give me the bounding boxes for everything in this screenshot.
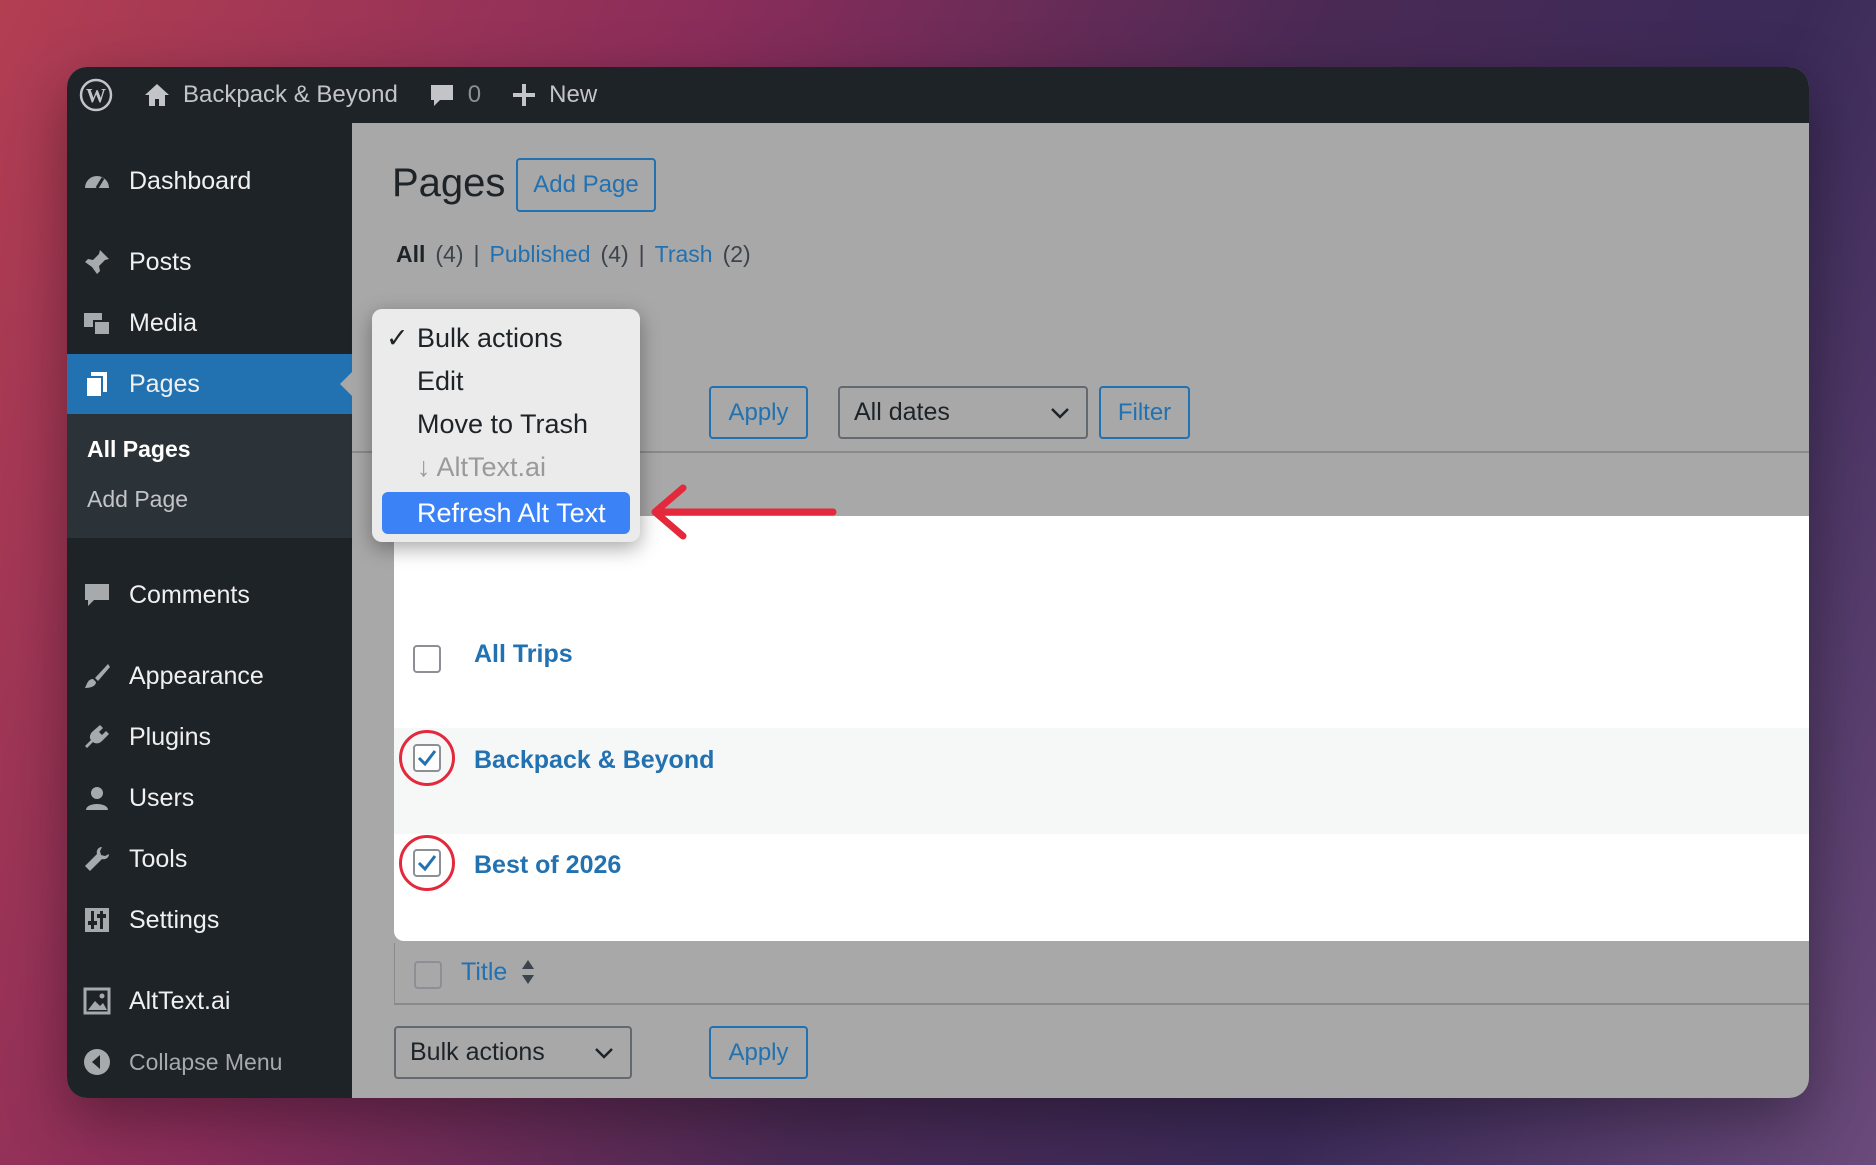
sidebar-item-label: AltText.ai [129, 986, 231, 1015]
apply-button-top[interactable]: Apply [709, 386, 808, 439]
filter-trash[interactable]: Trash [655, 241, 713, 268]
sidebar-item-label: Comments [129, 580, 250, 609]
filter-published-count: (4) [600, 241, 629, 267]
row-title-link[interactable]: Best of 2026 [474, 851, 621, 880]
chevron-down-icon [595, 1047, 613, 1059]
sidebar-item-label: Posts [129, 247, 192, 276]
pages-table: All Trips Backpack & Beyond Best of 2026 [394, 516, 1809, 941]
dates-select-value: All dates [854, 398, 950, 426]
sidebar-item-label: Settings [129, 905, 220, 934]
sidebar-item-users[interactable]: Users [67, 768, 352, 828]
admin-sidebar: Dashboard Posts Media Pages All Pages Ad… [67, 123, 352, 1098]
sidebar-item-settings[interactable]: Settings [67, 890, 352, 950]
sidebar-item-label: Appearance [129, 661, 264, 690]
row-title-link[interactable]: All Trips [474, 640, 573, 669]
add-page-button[interactable]: Add Page [516, 158, 656, 212]
comments-link[interactable]: 0 [428, 81, 481, 109]
site-name-link[interactable]: Backpack & Beyond [143, 81, 398, 109]
annotation-arrow-icon [651, 484, 837, 540]
sidebar-item-label: Dashboard [129, 166, 252, 195]
sidebar-item-plugins[interactable]: Plugins [67, 707, 352, 767]
user-icon [81, 782, 113, 814]
table-footer-header: Title [394, 943, 1809, 1005]
new-content-link[interactable]: New [511, 81, 597, 109]
chevron-down-icon [1051, 407, 1069, 419]
site-name: Backpack & Beyond [183, 81, 398, 108]
collapse-menu-button[interactable]: Collapse Menu [67, 1032, 352, 1092]
table-row: Best of 2026 [394, 834, 1809, 940]
option-group-alttext: ↓ AltText.ai [417, 452, 547, 482]
filter-all[interactable]: All [396, 241, 425, 268]
option-refresh-alt-text[interactable]: Refresh Alt Text [382, 492, 630, 534]
sidebar-item-label: Pages [129, 369, 200, 398]
pages-icon [81, 368, 113, 400]
wordpress-logo-icon[interactable]: W [79, 78, 113, 112]
row-checkbox[interactable] [413, 645, 441, 673]
sidebar-item-dashboard[interactable]: Dashboard [67, 151, 352, 211]
column-title-sort[interactable]: Title [461, 957, 539, 987]
status-filter-links: All (4) | Published (4) | Trash (2) [396, 241, 751, 268]
dashboard-gauge-icon [81, 165, 113, 197]
dates-select[interactable]: All dates [838, 386, 1088, 439]
sidebar-item-label: Users [129, 783, 195, 812]
admin-bar: W Backpack & Beyond 0 New [67, 67, 1809, 123]
filter-separator: | [473, 241, 480, 267]
collapse-arrow-icon [81, 1046, 113, 1078]
collapse-menu-label: Collapse Menu [129, 1048, 283, 1075]
filter-all-count: (4) [435, 241, 464, 267]
page-title: Pages [392, 161, 506, 205]
submenu-all-pages[interactable]: All Pages [87, 436, 191, 463]
sidebar-item-posts[interactable]: Posts [67, 232, 352, 292]
checkmark-icon [417, 750, 437, 767]
filter-trash-count: (2) [722, 241, 751, 267]
select-all-checkbox[interactable] [414, 961, 442, 989]
row-title-link[interactable]: Backpack & Beyond [474, 746, 714, 775]
comment-bubble-icon [430, 85, 453, 106]
column-title-label: Title [461, 957, 508, 986]
pages-submenu: All Pages Add Page [67, 414, 352, 538]
plus-icon [513, 84, 536, 106]
bulk-actions-dropdown: ✓ Bulk actions Edit Move to Trash ↓ AltT… [372, 309, 640, 542]
browser-window: W Backpack & Beyond 0 New Dashboard Post… [67, 67, 1809, 1098]
media-icon [81, 307, 113, 339]
filter-separator: | [638, 241, 645, 267]
pushpin-icon [81, 246, 113, 278]
home-icon [145, 84, 169, 106]
apply-button-bottom[interactable]: Apply [709, 1026, 808, 1079]
sidebar-item-label: Media [129, 308, 198, 337]
svg-text:W: W [86, 85, 106, 107]
table-row: All Trips [394, 622, 1809, 728]
row-checkbox-checked[interactable] [413, 744, 441, 772]
new-label: New [549, 81, 598, 108]
sidebar-item-appearance[interactable]: Appearance [67, 646, 352, 706]
filter-published[interactable]: Published [490, 241, 591, 268]
table-row: Backpack & Beyond [394, 728, 1809, 834]
main-content: Pages Add Page All (4) | Published (4) |… [352, 123, 1809, 1098]
checkmark-icon [417, 855, 437, 872]
row-checkbox-checked[interactable] [413, 849, 441, 877]
option-edit[interactable]: Edit [417, 366, 464, 397]
sidebar-item-comments[interactable]: Comments [67, 565, 352, 625]
settings-sliders-icon [81, 904, 113, 936]
paintbrush-icon [81, 660, 113, 692]
plug-icon [81, 721, 113, 753]
sidebar-item-tools[interactable]: Tools [67, 829, 352, 889]
wrench-icon [81, 843, 113, 875]
selected-check-icon: ✓ [386, 323, 409, 353]
submenu-add-page[interactable]: Add Page [87, 486, 188, 513]
bulk-actions-select-bottom[interactable]: Bulk actions [394, 1026, 632, 1079]
image-icon [81, 985, 113, 1017]
comments-count: 0 [467, 81, 482, 108]
option-bulk-actions[interactable]: Bulk actions [417, 323, 563, 354]
sidebar-item-label: Tools [129, 844, 188, 873]
bulk-actions-value: Bulk actions [410, 1038, 545, 1066]
option-move-to-trash[interactable]: Move to Trash [417, 409, 588, 440]
sort-arrows-icon [522, 960, 535, 984]
sidebar-item-alttext[interactable]: AltText.ai [67, 971, 352, 1031]
filter-button[interactable]: Filter [1099, 386, 1190, 439]
sidebar-item-media[interactable]: Media [67, 293, 352, 353]
comment-bubble-icon [81, 579, 113, 611]
sidebar-item-pages[interactable]: Pages [67, 354, 352, 414]
sidebar-item-label: Plugins [129, 722, 211, 751]
